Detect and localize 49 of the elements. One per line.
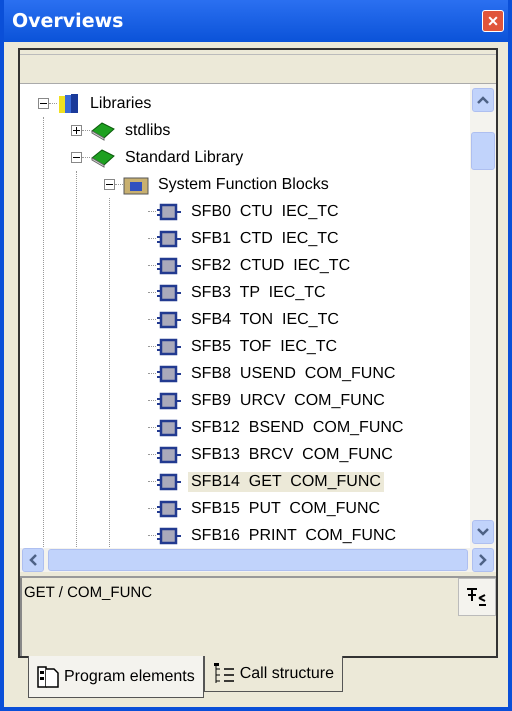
tree-item[interactable]: SFB14 GET COM_FUNC bbox=[188, 472, 384, 492]
tree-item[interactable]: SFB4 TON IEC_TC bbox=[188, 310, 342, 330]
books-icon bbox=[57, 92, 81, 114]
expand-toggle[interactable] bbox=[71, 125, 82, 136]
pin-icon bbox=[465, 586, 489, 608]
tree-item[interactable]: SFB13 BRCV COM_FUNC bbox=[188, 444, 396, 464]
minus-icon bbox=[106, 181, 113, 188]
scroll-thumb[interactable] bbox=[471, 132, 495, 170]
close-button[interactable]: × bbox=[482, 10, 504, 32]
book-icon bbox=[90, 120, 116, 140]
tree-item[interactable]: Libraries bbox=[87, 94, 154, 114]
tree-item[interactable]: SFB8 USEND COM_FUNC bbox=[188, 364, 398, 384]
tree-list-icon bbox=[212, 662, 235, 684]
collapse-toggle[interactable] bbox=[71, 152, 82, 163]
scroll-left-button[interactable] bbox=[22, 548, 44, 572]
tree-item[interactable]: SFB9 URCV COM_FUNC bbox=[188, 390, 388, 410]
tree-item[interactable]: SFB15 PUT COM_FUNC bbox=[188, 498, 384, 518]
panel-icon bbox=[37, 666, 59, 688]
scroll-thumb[interactable] bbox=[48, 549, 468, 571]
tree-item[interactable]: SFB0 CTU IEC_TC bbox=[188, 202, 342, 222]
chevron-right-icon bbox=[479, 554, 487, 566]
tree-item[interactable]: SFB5 TOF IEC_TC bbox=[188, 336, 340, 356]
folder-icon bbox=[123, 174, 149, 194]
scroll-right-button[interactable] bbox=[472, 548, 494, 572]
tree-item[interactable]: SFB3 TP IEC_TC bbox=[188, 282, 329, 302]
collapse-toggle[interactable] bbox=[104, 179, 115, 190]
minus-icon bbox=[73, 154, 80, 161]
plus-icon bbox=[73, 127, 80, 134]
tree-item[interactable]: Standard Library bbox=[122, 148, 246, 168]
chevron-left-icon bbox=[29, 554, 37, 566]
tab[interactable]: Call structure bbox=[204, 656, 343, 692]
book-icon bbox=[90, 148, 116, 168]
collapse-toggle[interactable] bbox=[38, 98, 49, 109]
tree-item[interactable]: SFB16 PRINT COM_FUNC bbox=[188, 526, 400, 546]
chevron-up-icon bbox=[477, 96, 489, 104]
scroll-up-button[interactable] bbox=[472, 88, 494, 112]
window-title: Overviews bbox=[12, 10, 124, 32]
tree-item[interactable]: System Function Blocks bbox=[155, 174, 332, 194]
horizontal-scrollbar[interactable] bbox=[20, 548, 496, 572]
tree-item[interactable]: SFB1 CTD IEC_TC bbox=[188, 228, 342, 248]
minus-icon bbox=[40, 100, 47, 107]
vertical-scrollbar[interactable] bbox=[470, 84, 496, 548]
tree-item[interactable]: SFB12 BSEND COM_FUNC bbox=[188, 418, 406, 438]
tree-item[interactable]: SFB2 CTUD IEC_TC bbox=[188, 256, 354, 276]
scroll-down-button[interactable] bbox=[472, 520, 494, 544]
chevron-down-icon bbox=[477, 528, 489, 536]
tree-item[interactable]: stdlibs bbox=[122, 120, 174, 140]
pin-button[interactable] bbox=[458, 578, 496, 616]
tab[interactable]: Program elements bbox=[28, 656, 204, 698]
